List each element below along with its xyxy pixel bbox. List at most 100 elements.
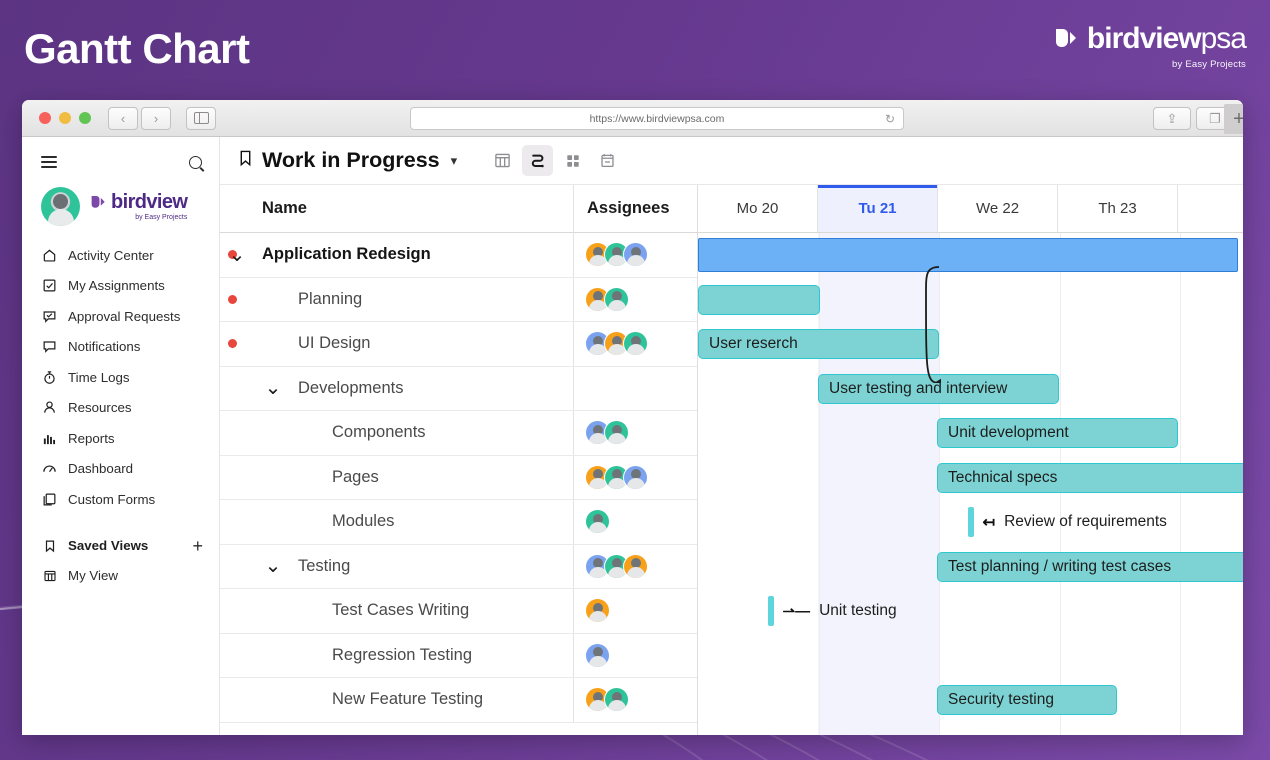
timeline-day-column[interactable]: Mo 20: [698, 185, 818, 232]
table-row[interactable]: Pages: [220, 455, 697, 500]
milestone-marker[interactable]: [768, 596, 774, 626]
assignees-cell[interactable]: [573, 233, 697, 277]
task-name-cell[interactable]: Test Cases Writing: [220, 589, 573, 633]
expand-collapse-chevron-icon[interactable]: ⌄: [264, 378, 282, 398]
assignees-cell[interactable]: [573, 411, 697, 455]
avatar[interactable]: [585, 509, 610, 535]
task-name-cell[interactable]: Planning: [220, 278, 573, 322]
table-row[interactable]: ⌄ Developments: [220, 366, 697, 411]
gantt-milestone[interactable]: ↤ Review of requirements: [968, 507, 1167, 537]
assignees-cell[interactable]: [573, 544, 697, 588]
sidebar-item-time-logs[interactable]: Time Logs: [22, 362, 219, 393]
browser-right-controls[interactable]: ⇪ ❐: [1153, 107, 1234, 130]
minimize-window-button[interactable]: [59, 112, 71, 124]
assignees-cell[interactable]: [573, 322, 697, 366]
task-name-cell[interactable]: ⌄ Application Redesign: [220, 233, 573, 277]
hamburger-icon[interactable]: [41, 153, 57, 172]
reload-icon[interactable]: ↻: [885, 112, 895, 126]
sidebar-item-reports[interactable]: Reports: [22, 423, 219, 454]
browser-nav-buttons[interactable]: ‹ ›: [108, 106, 216, 130]
assignees-cell[interactable]: [573, 589, 697, 633]
table-row[interactable]: UI Design: [220, 322, 697, 367]
plus-icon[interactable]: +: [1224, 104, 1243, 134]
table-row[interactable]: Components: [220, 411, 697, 456]
sidebar-item-dashboard[interactable]: Dashboard: [22, 454, 219, 485]
plus-icon[interactable]: +: [192, 537, 203, 555]
calendar-view-icon[interactable]: [592, 145, 623, 176]
sidebar-item-resources[interactable]: Resources: [22, 393, 219, 424]
assignees-cell[interactable]: [573, 366, 697, 410]
gantt-task-bar[interactable]: Security testing: [937, 685, 1117, 715]
search-icon[interactable]: [189, 155, 202, 169]
column-header-name[interactable]: Name: [220, 199, 573, 218]
table-row[interactable]: Test Cases Writing: [220, 589, 697, 634]
gantt-view-icon[interactable]: [522, 145, 554, 176]
gantt-task-bar[interactable]: User testing and interview: [818, 373, 1059, 404]
timeline-day-column[interactable]: [1178, 185, 1243, 232]
sidebar-item-activity-center[interactable]: Activity Center: [22, 240, 219, 271]
table-row[interactable]: Regression Testing: [220, 633, 697, 678]
avatar[interactable]: [623, 553, 648, 579]
avatar[interactable]: [585, 598, 610, 624]
table-row[interactable]: ⌄ Testing: [220, 544, 697, 589]
sidebar-item-approval-requests[interactable]: Approval Requests: [22, 301, 219, 332]
table-row[interactable]: Planning: [220, 277, 697, 322]
task-name-cell[interactable]: ⌄ Testing: [220, 545, 573, 589]
assignees-cell[interactable]: [573, 633, 697, 677]
timeline-day-column[interactable]: Th 23: [1058, 185, 1178, 232]
avatar[interactable]: [41, 187, 80, 226]
table-row[interactable]: New Feature Testing: [220, 678, 697, 723]
task-name: Planning: [298, 289, 363, 308]
assignees-cell[interactable]: [573, 455, 697, 499]
task-name-cell[interactable]: ⌄ Developments: [220, 367, 573, 411]
column-header-assignees[interactable]: Assignees: [573, 184, 697, 233]
task-name-cell[interactable]: Pages: [220, 456, 573, 500]
task-name-cell[interactable]: Modules: [220, 500, 573, 544]
share-icon[interactable]: ⇪: [1153, 107, 1191, 130]
maximize-window-button[interactable]: [79, 112, 91, 124]
sidebar-item-my-assignments[interactable]: My Assignments: [22, 271, 219, 302]
avatar[interactable]: [604, 420, 629, 446]
sidebar-item-custom-forms[interactable]: Custom Forms: [22, 484, 219, 515]
expand-collapse-chevron-icon[interactable]: ⌄: [264, 556, 282, 576]
avatar[interactable]: [623, 242, 648, 268]
window-controls[interactable]: [39, 112, 91, 124]
gantt-task-bar[interactable]: Technical specs: [937, 462, 1243, 493]
sidebar-toggle-icon[interactable]: [186, 106, 216, 130]
table-row[interactable]: Modules: [220, 500, 697, 545]
task-name-cell[interactable]: New Feature Testing: [220, 678, 573, 722]
table-row[interactable]: ⌄ Application Redesign: [220, 233, 697, 278]
task-name-cell[interactable]: UI Design: [220, 322, 573, 366]
assignees-cell[interactable]: [573, 277, 697, 321]
avatar[interactable]: [604, 687, 629, 713]
gantt-task-bar[interactable]: User reserch: [698, 329, 939, 359]
gantt-task-bar[interactable]: [698, 284, 820, 315]
gantt-task-bar[interactable]: Test planning / writing test cases: [937, 551, 1243, 582]
view-mode-switcher[interactable]: [487, 145, 623, 176]
task-name-cell[interactable]: Regression Testing: [220, 634, 573, 678]
assignees-cell[interactable]: [573, 500, 697, 544]
chevron-right-icon[interactable]: ›: [141, 106, 171, 130]
chevron-left-icon[interactable]: ‹: [108, 106, 138, 130]
expand-collapse-chevron-icon[interactable]: ⌄: [228, 245, 246, 265]
table-view-icon[interactable]: [487, 145, 518, 176]
assignees-cell[interactable]: [573, 678, 697, 722]
avatar[interactable]: [623, 331, 648, 357]
view-title-dropdown[interactable]: Work in Progress ▾: [238, 148, 457, 173]
gantt-summary-bar[interactable]: [698, 238, 1238, 272]
avatar[interactable]: [604, 286, 629, 312]
chevron-down-icon[interactable]: ▾: [451, 153, 458, 169]
board-view-icon[interactable]: [557, 145, 588, 176]
gantt-milestone[interactable]: ⇀— Unit testing: [768, 596, 897, 626]
timeline-day-column[interactable]: We 22: [938, 185, 1058, 232]
avatar[interactable]: [623, 464, 648, 490]
sidebar-item-my-view[interactable]: My View: [22, 561, 219, 592]
avatar[interactable]: [585, 642, 610, 668]
sidebar-item-notifications[interactable]: Notifications: [22, 332, 219, 363]
task-name-cell[interactable]: Components: [220, 411, 573, 455]
timeline-day-column-today[interactable]: Tu 21: [818, 185, 938, 232]
milestone-marker[interactable]: [968, 507, 974, 537]
close-window-button[interactable]: [39, 112, 51, 124]
gantt-task-bar[interactable]: Unit development: [937, 418, 1178, 448]
address-bar[interactable]: https://www.birdviewpsa.com ↻: [410, 107, 904, 130]
